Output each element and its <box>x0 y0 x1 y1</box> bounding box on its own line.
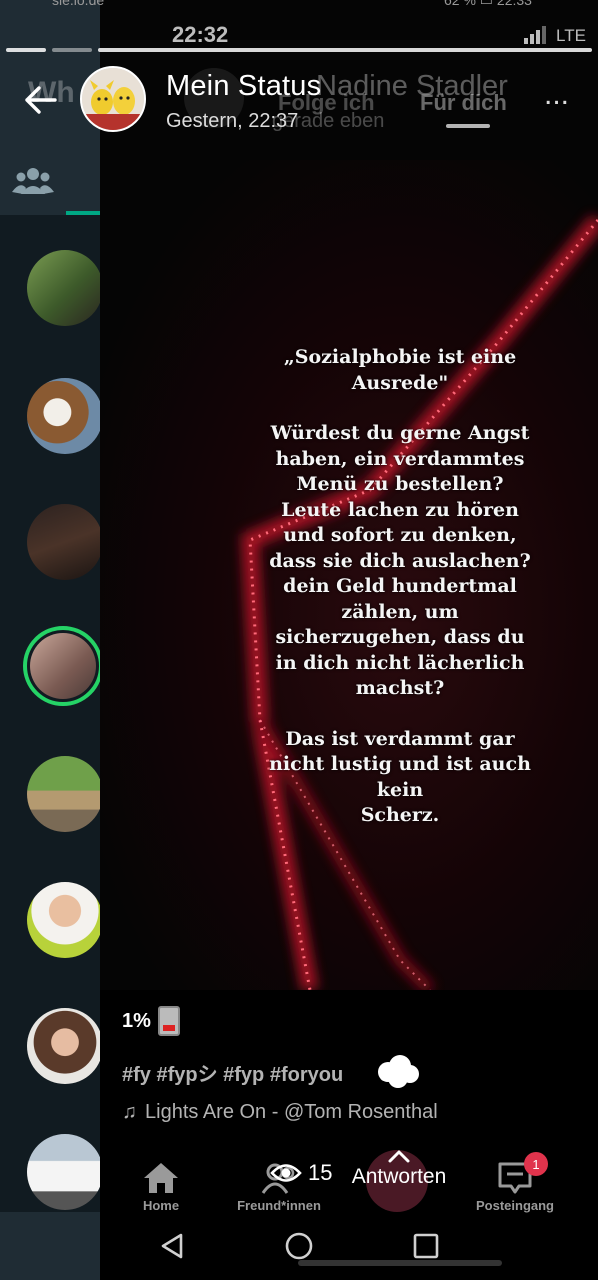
inbox-badge: 1 <box>524 1152 548 1176</box>
caption-hashtags[interactable]: #fy #fypシ #fyp #foryoue <box>122 1058 390 1087</box>
contact-avatar-unseen[interactable] <box>23 626 103 706</box>
arrow-left-icon <box>25 86 57 114</box>
nav-home: Home <box>138 1158 184 1213</box>
gesture-pill <box>298 1260 502 1266</box>
quote-line: sicherzugehen, dass du <box>275 626 525 648</box>
status-title: Mein Status <box>166 70 322 102</box>
status-right: 62 % ▭ 22:33 <box>444 0 532 8</box>
caption-percent: 1% <box>122 1010 151 1032</box>
background-chat-list <box>0 0 103 1280</box>
contact-avatar[interactable] <box>27 1008 103 1084</box>
my-avatar[interactable] <box>80 66 146 132</box>
overlay-creator-name: Nadine Stadler <box>316 70 508 102</box>
quote-line: Würdest du gerne Angst <box>270 422 530 444</box>
home-icon <box>144 1163 178 1193</box>
quote-line: Ausrede" <box>351 371 449 394</box>
triangle-back-icon <box>161 1233 183 1259</box>
square-recents-icon <box>413 1233 439 1259</box>
view-count[interactable]: 15 <box>270 1160 332 1186</box>
circle-home-icon <box>285 1232 313 1260</box>
contact-avatar[interactable] <box>27 504 103 580</box>
system-back-button[interactable] <box>154 1228 190 1264</box>
quote-line: Das ist verdammt gar <box>285 727 515 750</box>
quote-line: kein <box>376 778 424 801</box>
quote-line: Menü zu bestellen? <box>296 473 504 495</box>
chevron-up-icon <box>388 1150 410 1163</box>
quote-line: haben, ein verdammtes <box>275 447 525 470</box>
status-viewer-screen: sle.lo.de 62 % ▭ 22:33 22:32 LTE Wh Folg… <box>0 0 598 1280</box>
quote-line: nicht lustig und ist auch <box>269 753 531 775</box>
eye-icon <box>270 1164 302 1182</box>
community-icon <box>12 168 54 194</box>
contact-avatar[interactable] <box>27 250 103 326</box>
signal-icon <box>524 26 546 44</box>
quote-line: dass sie dich auslachen? <box>269 549 531 572</box>
quote-line: machst? <box>355 677 445 699</box>
contact-avatar[interactable] <box>27 882 103 958</box>
status-progress-current <box>98 48 592 52</box>
contact-avatar[interactable] <box>27 378 103 454</box>
more-options-icon[interactable]: ... <box>544 78 569 112</box>
contact-avatar[interactable] <box>27 1134 103 1210</box>
system-home-button[interactable] <box>281 1228 317 1264</box>
hashtags-text: #fy #fypシ #fyp #foryou <box>122 1064 344 1086</box>
quote-line: in dich nicht lächerlich <box>275 651 525 674</box>
quote-line: dein Geld hundertmal <box>283 575 517 597</box>
quote-line: Scherz. <box>360 804 440 826</box>
quote-line: „Sozialphobie ist eine <box>283 346 517 368</box>
background-bottom-nav <box>0 1212 100 1280</box>
system-recents-button[interactable] <box>408 1228 444 1264</box>
status-carrier: sle.lo.de <box>52 0 105 8</box>
avatar-image <box>82 68 144 130</box>
system-status-bar: sle.lo.de 62 % ▭ 22:33 <box>0 0 598 10</box>
thought-bubble-icon <box>378 1055 419 1088</box>
status-progress-segment <box>6 48 46 52</box>
contact-avatar[interactable] <box>27 756 103 832</box>
music-note-icon: ♫ <box>122 1101 137 1123</box>
quote-line: und sofort zu denken, <box>283 524 517 546</box>
nav-inbox-label: Posteingang <box>475 1198 554 1213</box>
back-button[interactable] <box>18 78 62 122</box>
overlay-tab-indicator <box>446 124 490 128</box>
reply-button[interactable]: Antworten <box>344 1147 454 1189</box>
nav-friends-label: Freund*innen <box>237 1198 321 1213</box>
view-count-value: 15 <box>308 1160 333 1185</box>
quote-line: zählen, um <box>341 600 459 623</box>
nav-home-label: Home <box>142 1198 180 1213</box>
status-progress-segment <box>52 48 92 52</box>
tab-indicator <box>66 211 100 215</box>
network-type: LTE <box>556 26 586 45</box>
caption-music[interactable]: ♫ Lights Are On - @Tom Rosenthal <box>122 1101 438 1124</box>
quote-line: Leute lachen zu hören <box>281 498 519 521</box>
inner-clock: 22:32 <box>172 22 229 47</box>
battery-low-icon <box>158 1006 180 1036</box>
status-timestamp: Gestern, 22:37 <box>166 110 299 132</box>
status-quote-text: „Sozialphobie ist eine Ausrede" Würdest … <box>240 345 560 829</box>
music-title: Lights Are On - @Tom Rosenthal <box>145 1101 438 1123</box>
reply-label: Antworten <box>351 1165 447 1188</box>
